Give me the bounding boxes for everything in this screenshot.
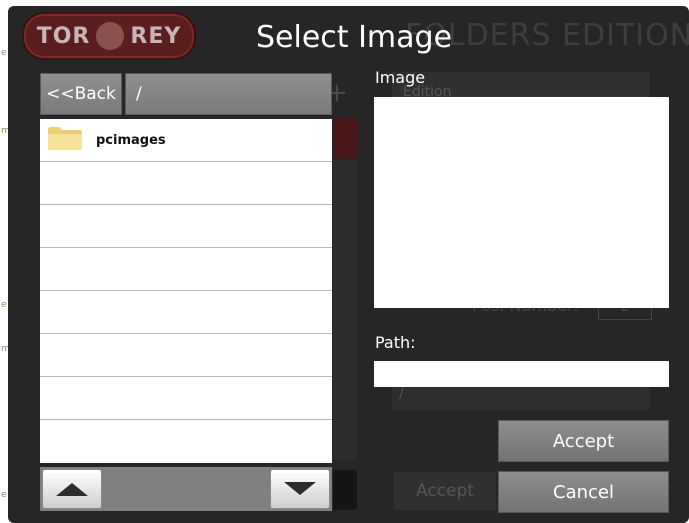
scroll-down-button[interactable]: [270, 469, 330, 509]
list-item[interactable]: pcimages: [40, 119, 332, 162]
cancel-button[interactable]: Cancel: [498, 471, 669, 513]
file-list: pcimages: [40, 119, 332, 463]
list-item[interactable]: [40, 291, 332, 334]
logo-mascot-icon: [96, 22, 125, 50]
list-item[interactable]: [40, 334, 332, 377]
current-path-bar: /: [125, 73, 332, 115]
list-navigation-bar: [40, 467, 332, 511]
scroll-up-button[interactable]: [42, 469, 102, 509]
background-path-value: /: [399, 386, 404, 402]
back-button[interactable]: <<Back: [40, 73, 122, 115]
list-item[interactable]: [40, 248, 332, 291]
path-label: Path:: [375, 333, 416, 352]
logo: TOR REY: [22, 12, 196, 60]
accept-button[interactable]: Accept: [498, 420, 669, 462]
list-item[interactable]: [40, 205, 332, 248]
triangle-down-icon: [284, 482, 316, 495]
list-item[interactable]: [40, 420, 332, 462]
list-nav-end-cap: [333, 470, 357, 510]
folder-icon: [46, 124, 84, 156]
logo-text-right: REY: [130, 23, 182, 49]
image-preview: [374, 97, 669, 308]
background-selected-row: [333, 118, 357, 158]
background-accept-button: Accept: [394, 472, 496, 510]
triangle-up-icon: [56, 483, 88, 496]
dialog-title: Select Image: [256, 20, 453, 55]
background-list-edge: [333, 160, 357, 460]
list-item[interactable]: [40, 377, 332, 420]
image-label: Image: [375, 68, 426, 87]
side-marks: e m e m e: [1, 48, 10, 500]
path-input[interactable]: [374, 361, 669, 387]
list-item-label: pcimages: [96, 132, 166, 148]
logo-text-left: TOR: [36, 23, 91, 49]
current-path-text: /: [136, 84, 142, 104]
list-item[interactable]: [40, 162, 332, 205]
